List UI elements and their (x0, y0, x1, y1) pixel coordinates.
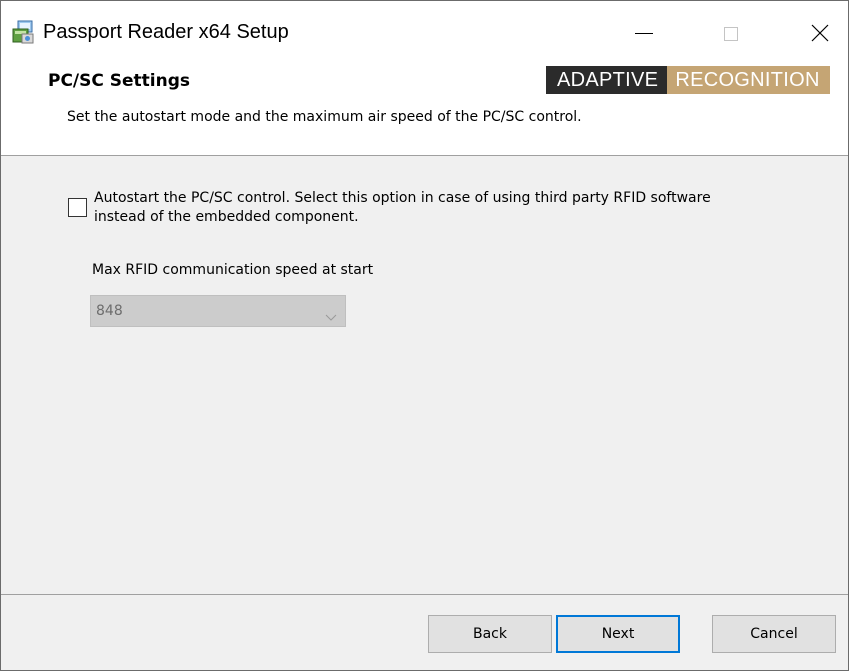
speed-dropdown[interactable]: 848 (90, 295, 346, 327)
speed-dropdown-value: 848 (96, 303, 123, 319)
setup-window: Passport Reader x64 Setup PC/SC Settings… (0, 0, 849, 671)
minimize-button[interactable] (621, 11, 667, 55)
button-bar: Back Next Cancel (1, 594, 848, 671)
speed-label: Max RFID communication speed at start (92, 262, 374, 278)
chevron-down-icon (325, 307, 337, 326)
autostart-checkbox[interactable] (68, 198, 87, 217)
installer-icon (11, 20, 35, 44)
cancel-button[interactable]: Cancel (712, 615, 836, 653)
brand-logo: ADAPTIVE RECOGNITION (546, 66, 830, 94)
minimize-icon (635, 33, 653, 34)
window-title: Passport Reader x64 Setup (43, 21, 289, 43)
title-bar[interactable]: Passport Reader x64 Setup (1, 1, 848, 61)
maximize-icon (724, 27, 738, 41)
maximize-button (707, 11, 753, 55)
page-description: Set the autostart mode and the maximum a… (67, 109, 582, 125)
brand-logo-part2: RECOGNITION (667, 66, 830, 94)
page-header: PC/SC Settings ADAPTIVE RECOGNITION Set … (1, 61, 848, 156)
page-title: PC/SC Settings (48, 71, 191, 91)
autostart-label[interactable]: Autostart the PC/SC control. Select this… (94, 189, 744, 227)
brand-logo-part1: ADAPTIVE (546, 66, 668, 94)
close-icon (811, 24, 829, 42)
close-button[interactable] (797, 11, 843, 55)
back-button[interactable]: Back (428, 615, 552, 653)
next-button[interactable]: Next (556, 615, 680, 653)
settings-panel: Autostart the PC/SC control. Select this… (1, 156, 848, 583)
